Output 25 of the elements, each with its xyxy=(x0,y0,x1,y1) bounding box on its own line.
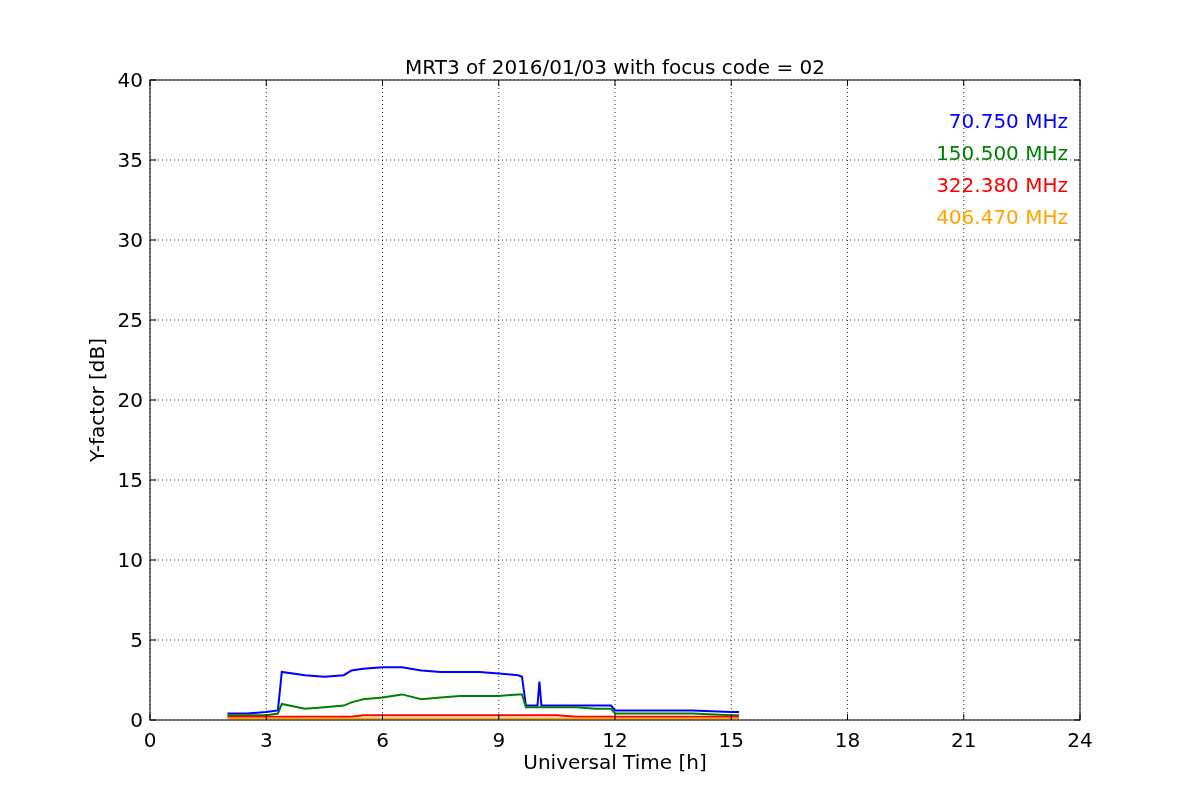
y-tick-label: 20 xyxy=(117,388,143,412)
x-tick-label: 0 xyxy=(143,728,157,752)
legend-label: 406.470 MHz xyxy=(936,205,1068,229)
y-tick-label: 25 xyxy=(117,308,143,332)
chart-title: MRT3 of 2016/01/03 with focus code = 02 xyxy=(405,55,825,79)
x-axis-title: Universal Time [h] xyxy=(523,750,707,774)
y-tick-label: 5 xyxy=(130,628,143,652)
y-tick-label: 30 xyxy=(117,228,143,252)
legend-label: 70.750 MHz xyxy=(948,109,1068,133)
x-tick-label: 21 xyxy=(951,728,977,752)
x-tick-label: 6 xyxy=(376,728,389,752)
y-tick-label: 40 xyxy=(117,68,143,92)
y-tick-label: 10 xyxy=(117,548,143,572)
x-tick-label: 18 xyxy=(834,728,861,752)
y-tick-label: 15 xyxy=(117,468,143,492)
legend-label: 322.380 MHz xyxy=(936,173,1068,197)
x-tick-label: 3 xyxy=(259,728,273,752)
y-axis-title: Y-factor [dB] xyxy=(85,338,109,462)
legend-label: 150.500 MHz xyxy=(936,141,1068,165)
x-tick-label: 24 xyxy=(1067,728,1093,752)
x-tick-label: 12 xyxy=(602,728,628,752)
y-tick-label: 0 xyxy=(130,708,143,732)
x-tick-label: 15 xyxy=(718,728,744,752)
x-tick-label: 9 xyxy=(492,728,506,752)
y-tick-label: 35 xyxy=(117,148,143,172)
